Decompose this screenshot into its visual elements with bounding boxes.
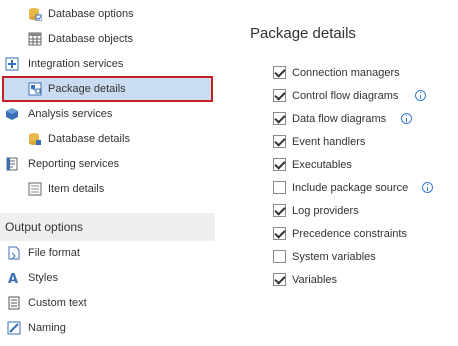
tree-item-label: Integration services	[28, 58, 124, 70]
package-icon	[28, 82, 42, 96]
checkbox[interactable]	[273, 204, 286, 217]
sidebar: Database options Database objects Integr…	[0, 0, 215, 346]
table-grid-icon	[28, 32, 42, 46]
tree-item-reporting-services[interactable]: Reporting services	[5, 153, 215, 175]
output-item-label: File format	[28, 247, 80, 259]
output-item-label: Custom text	[28, 297, 87, 309]
option-label: Executables	[292, 159, 352, 171]
option-label: System variables	[292, 251, 376, 263]
tree-item-label: Reporting services	[28, 158, 120, 170]
svg-text:A: A	[8, 272, 18, 285]
page-title: Package details	[250, 25, 356, 42]
database-options-icon	[28, 7, 43, 22]
tree-item-label: Analysis services	[28, 108, 113, 120]
list-icon	[28, 182, 42, 196]
styles-icon: A	[7, 271, 21, 287]
option-label: Variables	[292, 274, 338, 286]
database-icon	[28, 132, 42, 146]
option-label: Log providers	[292, 205, 359, 217]
tree-item-database-objects[interactable]: Database objects	[28, 28, 215, 50]
integration-services-icon	[5, 57, 19, 71]
option-label: Control flow diagrams	[292, 90, 399, 102]
tree-item-database-details[interactable]: Database details	[28, 128, 215, 150]
option-label: Event handlers	[292, 136, 366, 148]
output-options-header: Output options	[0, 213, 215, 241]
option-label: Precedence constraints	[292, 228, 407, 240]
naming-icon	[7, 321, 21, 335]
output-item-naming[interactable]: Naming	[7, 317, 215, 339]
checkbox[interactable]	[273, 250, 286, 263]
checkbox[interactable]	[273, 112, 286, 125]
output-item-file-format[interactable]: File format	[7, 242, 215, 264]
tree-item-label: Database details	[48, 133, 130, 145]
package-details-panel: Package details Connection managers Cont…	[215, 0, 458, 346]
checkbox[interactable]	[273, 273, 286, 286]
tree-item-integration-services[interactable]: Integration services	[5, 53, 215, 75]
tree-item-item-details[interactable]: Item details	[28, 178, 215, 200]
checkbox[interactable]	[273, 181, 286, 194]
info-icon[interactable]	[422, 182, 433, 193]
cube-icon	[5, 107, 19, 121]
option-label: Include package source	[292, 182, 409, 194]
checkbox[interactable]	[273, 135, 286, 148]
tree-item-label: Package details	[48, 83, 126, 95]
document-icon	[7, 296, 21, 310]
option-label: Connection managers	[292, 67, 400, 79]
checkbox[interactable]	[273, 158, 286, 171]
file-format-icon	[7, 246, 21, 260]
section-title: Output options	[5, 220, 84, 234]
info-icon[interactable]	[415, 90, 426, 101]
output-item-styles[interactable]: A Styles	[7, 267, 215, 289]
info-icon[interactable]	[401, 113, 412, 124]
tree-item-label: Database objects	[48, 33, 133, 45]
output-item-custom-text[interactable]: Custom text	[7, 292, 215, 314]
checkbox[interactable]	[273, 66, 286, 79]
tree-item-label: Item details	[48, 183, 105, 195]
output-item-label: Naming	[28, 322, 66, 334]
tree-item-label: Database options	[48, 8, 134, 20]
report-icon	[5, 157, 19, 171]
checkbox[interactable]	[273, 89, 286, 102]
option-label: Data flow diagrams	[292, 113, 387, 125]
tree-item-package-details[interactable]: Package details	[2, 76, 213, 102]
checkbox[interactable]	[273, 227, 286, 240]
tree-item-analysis-services[interactable]: Analysis services	[5, 103, 215, 125]
tree-item-database-options[interactable]: Database options	[28, 3, 215, 25]
output-item-label: Styles	[28, 272, 58, 284]
